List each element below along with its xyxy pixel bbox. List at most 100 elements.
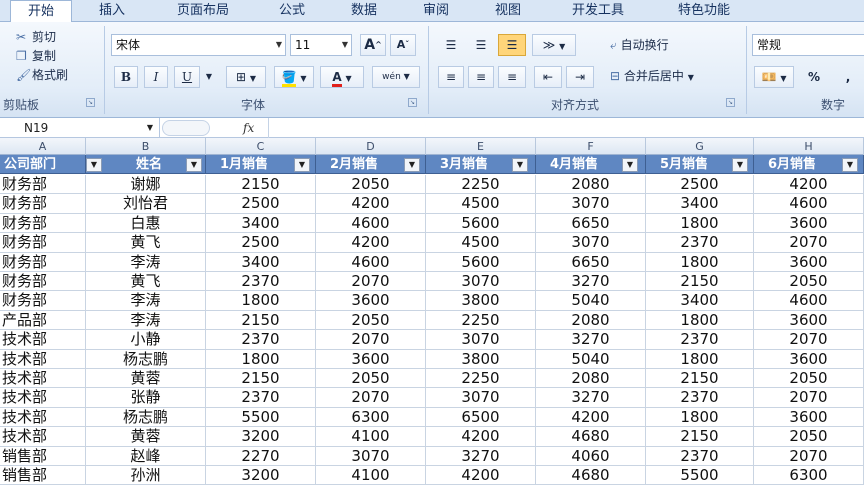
table-cell[interactable]: 2370 xyxy=(206,388,316,408)
table-cell[interactable]: 刘怡君 xyxy=(86,194,206,214)
table-cell[interactable]: 李涛 xyxy=(86,252,206,272)
number-format-select[interactable]: 常规 xyxy=(752,34,864,56)
formula-cancel-enter-controls[interactable] xyxy=(162,120,210,136)
insert-function-icon[interactable]: fx xyxy=(243,118,254,138)
table-cell[interactable]: 2150 xyxy=(206,310,316,330)
table-cell[interactable]: 2370 xyxy=(646,388,754,408)
table-cell[interactable]: 1800 xyxy=(646,310,754,330)
table-cell[interactable]: 李涛 xyxy=(86,310,206,330)
copy-button[interactable]: ❐ 复制 xyxy=(16,47,56,65)
fill-color-button[interactable]: 🪣 ▼ xyxy=(274,66,314,88)
table-cell[interactable]: 2370 xyxy=(646,233,754,253)
table-cell[interactable]: 技术部 xyxy=(0,407,86,427)
table-cell[interactable]: 3270 xyxy=(426,446,536,466)
table-cell[interactable]: 黄蓉 xyxy=(86,369,206,388)
column-header-b[interactable]: B xyxy=(86,138,206,155)
table-cell[interactable]: 4200 xyxy=(536,407,646,427)
table-cell[interactable]: 技术部 xyxy=(0,388,86,408)
decrease-indent-button[interactable]: ⇤ xyxy=(534,66,562,88)
table-cell[interactable]: 4500 xyxy=(426,233,536,253)
table-cell[interactable]: 2500 xyxy=(206,233,316,253)
table-cell[interactable]: 2050 xyxy=(754,369,864,388)
tab-view[interactable]: 视图 xyxy=(478,0,538,22)
table-cell[interactable]: 3400 xyxy=(206,213,316,233)
table-cell[interactable]: 2500 xyxy=(206,194,316,214)
table-cell[interactable]: 2070 xyxy=(754,233,864,253)
table-cell[interactable]: 4200 xyxy=(316,233,426,253)
bold-button[interactable]: B xyxy=(114,66,138,88)
table-cell[interactable]: 2080 xyxy=(536,175,646,194)
table-cell[interactable]: 6300 xyxy=(754,466,864,485)
table-cell[interactable]: 5040 xyxy=(536,291,646,311)
table-cell[interactable]: 3600 xyxy=(754,213,864,233)
table-cell[interactable]: 3070 xyxy=(426,272,536,291)
table-cell[interactable]: 2370 xyxy=(206,330,316,350)
table-cell[interactable]: 4060 xyxy=(536,446,646,466)
formula-input[interactable] xyxy=(268,118,864,138)
table-cell[interactable]: 2250 xyxy=(426,175,536,194)
filter-dropdown-icon[interactable]: ▼ xyxy=(732,158,748,172)
column-header-d[interactable]: D xyxy=(316,138,426,155)
clipboard-launcher-icon[interactable]: ↘ xyxy=(86,98,95,107)
table-cell[interactable]: 4680 xyxy=(536,427,646,447)
column-header-h[interactable]: H xyxy=(754,138,864,155)
table-cell[interactable]: 4200 xyxy=(426,427,536,447)
table-cell[interactable]: 2080 xyxy=(536,310,646,330)
table-cell[interactable]: 1800 xyxy=(646,252,754,272)
table-cell[interactable]: 3200 xyxy=(206,466,316,485)
table-cell[interactable]: 4200 xyxy=(316,194,426,214)
table-cell[interactable]: 销售部 xyxy=(0,466,86,485)
filter-dropdown-icon[interactable]: ▼ xyxy=(512,158,528,172)
table-cell[interactable]: 3070 xyxy=(536,194,646,214)
table-cell[interactable]: 1800 xyxy=(646,213,754,233)
table-cell[interactable]: 1800 xyxy=(206,349,316,369)
tab-developer[interactable]: 开发工具 xyxy=(556,0,640,22)
font-name-select[interactable]: 宋体 ▼ xyxy=(111,34,286,56)
comma-button[interactable]: , xyxy=(836,66,860,88)
table-cell[interactable]: 5600 xyxy=(426,213,536,233)
format-painter-button[interactable]: 🖌格式刷 xyxy=(16,66,68,84)
align-center-button[interactable]: ≡ xyxy=(468,66,494,88)
table-cell[interactable]: 财务部 xyxy=(0,291,86,311)
table-cell[interactable]: 4200 xyxy=(754,175,864,194)
tab-insert[interactable]: 插入 xyxy=(82,0,142,22)
table-cell[interactable]: 4500 xyxy=(426,194,536,214)
tab-review[interactable]: 审阅 xyxy=(406,0,466,22)
table-cell[interactable]: 技术部 xyxy=(0,427,86,447)
table-cell[interactable]: 张静 xyxy=(86,388,206,408)
tab-formulas[interactable]: 公式 xyxy=(262,0,322,22)
align-right-button[interactable]: ≡ xyxy=(498,66,526,88)
table-cell[interactable]: 3270 xyxy=(536,330,646,350)
tab-special-features[interactable]: 特色功能 xyxy=(660,0,748,22)
table-cell[interactable]: 2370 xyxy=(206,272,316,291)
table-cell[interactable]: 2370 xyxy=(646,330,754,350)
table-cell[interactable]: 3600 xyxy=(316,291,426,311)
font-launcher-icon[interactable]: ↘ xyxy=(408,98,417,107)
table-cell[interactable]: 2070 xyxy=(316,330,426,350)
table-cell[interactable]: 1800 xyxy=(646,349,754,369)
table-cell[interactable]: 财务部 xyxy=(0,272,86,291)
table-cell[interactable]: 2250 xyxy=(426,310,536,330)
table-cell[interactable]: 谢娜 xyxy=(86,175,206,194)
table-cell[interactable]: 3270 xyxy=(536,272,646,291)
filter-dropdown-icon[interactable]: ▼ xyxy=(294,158,310,172)
font-color-button[interactable]: A ▼ xyxy=(320,66,364,88)
shrink-font-button[interactable]: Aˇ xyxy=(390,34,416,56)
table-cell[interactable]: 2270 xyxy=(206,446,316,466)
table-cell[interactable]: 2050 xyxy=(316,369,426,388)
table-cell[interactable]: 技术部 xyxy=(0,349,86,369)
filter-dropdown-icon[interactable]: ▼ xyxy=(186,158,202,172)
name-box[interactable]: N19 ▼ xyxy=(0,118,160,138)
italic-button[interactable]: I xyxy=(144,66,168,88)
accounting-format-button[interactable]: 💴 ▼ xyxy=(754,66,794,88)
table-cell[interactable]: 财务部 xyxy=(0,233,86,253)
table-cell[interactable]: 3200 xyxy=(206,427,316,447)
table-cell[interactable]: 4600 xyxy=(316,213,426,233)
table-cell[interactable]: 2150 xyxy=(206,369,316,388)
table-cell[interactable]: 3400 xyxy=(206,252,316,272)
percent-button[interactable]: % xyxy=(802,66,826,88)
table-cell[interactable]: 3400 xyxy=(646,291,754,311)
column-header-e[interactable]: E xyxy=(426,138,536,155)
table-cell[interactable]: 3070 xyxy=(316,446,426,466)
tab-data[interactable]: 数据 xyxy=(334,0,394,22)
